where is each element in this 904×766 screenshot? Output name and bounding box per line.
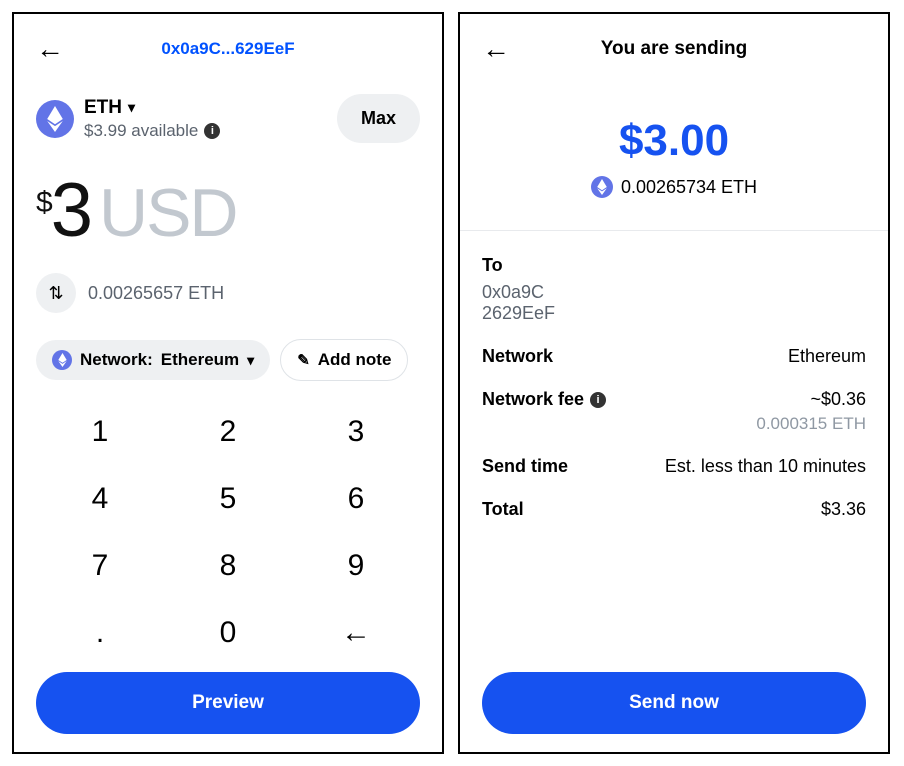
network-label: Network — [482, 346, 553, 367]
header: ← You are sending — [482, 32, 866, 66]
eth-icon — [591, 176, 613, 198]
keypad-4[interactable]: 4 — [36, 466, 164, 533]
asset-row: ETH ▾ $3.99 available i Max — [36, 94, 420, 143]
confirm-amount-eth: 0.00265734 ETH — [621, 177, 757, 198]
send-now-button[interactable]: Send now — [482, 672, 866, 734]
numeric-keypad: 1 2 3 4 5 6 7 8 9 . 0 ← — [36, 399, 420, 666]
send-time-label: Send time — [482, 456, 568, 477]
confirm-details: To 0x0a9C 2629EeF Network Ethereum Netwo… — [482, 255, 866, 520]
info-icon[interactable]: i — [204, 123, 220, 139]
total-label: Total — [482, 499, 524, 520]
to-label: To — [482, 255, 866, 276]
asset-text-block: ETH ▾ $3.99 available i — [84, 97, 220, 141]
fee-usd: ~$0.36 — [756, 389, 866, 410]
keypad-0[interactable]: 0 — [164, 599, 292, 666]
network-value: Ethereum — [161, 350, 239, 370]
info-icon[interactable]: i — [590, 392, 606, 408]
keypad-9[interactable]: 9 — [292, 533, 420, 600]
send-entry-screen: ← 0x0a9C...629EeF ETH ▾ $3.99 available … — [12, 12, 444, 754]
network-prefix: Network: — [80, 350, 153, 370]
eth-equivalent: 0.00265657 ETH — [88, 283, 224, 304]
network-value: Ethereum — [788, 346, 866, 367]
header: ← 0x0a9C...629EeF — [36, 32, 420, 66]
fee-label-text: Network fee — [482, 389, 584, 410]
detail-send-time: Send time Est. less than 10 minutes — [482, 456, 866, 477]
keypad-dot[interactable]: . — [36, 599, 164, 666]
keypad-7[interactable]: 7 — [36, 533, 164, 600]
asset-symbol: ETH — [84, 97, 122, 119]
back-button[interactable]: ← — [482, 35, 510, 63]
amount-value: 3 — [51, 173, 91, 249]
keypad-6[interactable]: 6 — [292, 466, 420, 533]
swap-icon: ⇅ — [48, 283, 63, 304]
chevron-down-icon: ▾ — [128, 99, 135, 116]
detail-network: Network Ethereum — [482, 346, 866, 367]
fee-label: Network fee i — [482, 389, 606, 410]
divider — [460, 230, 888, 231]
max-button[interactable]: Max — [337, 94, 420, 143]
add-note-chip[interactable]: ✎ Add note — [280, 339, 408, 381]
swap-row: ⇅ 0.00265657 ETH — [36, 273, 420, 313]
arrow-left-icon: ← — [482, 33, 510, 64]
keypad-backspace[interactable]: ← — [292, 599, 420, 666]
chips-row: Network: Ethereum ▾ ✎ Add note — [36, 339, 420, 381]
fee-values: ~$0.36 0.000315 ETH — [756, 389, 866, 434]
eth-icon — [36, 100, 74, 138]
confirm-amount-usd: $3.00 — [482, 116, 866, 166]
asset-available-text: $3.99 available — [84, 121, 198, 141]
preview-button[interactable]: Preview — [36, 672, 420, 734]
swap-currency-button[interactable]: ⇅ — [36, 273, 76, 313]
chevron-down-icon: ▾ — [247, 352, 254, 369]
detail-fee: Network fee i ~$0.36 0.000315 ETH — [482, 389, 866, 434]
asset-available: $3.99 available i — [84, 121, 220, 141]
keypad-5[interactable]: 5 — [164, 466, 292, 533]
amount-currency-label: USD — [99, 179, 237, 247]
to-address-line1: 0x0a9C — [482, 282, 866, 303]
eth-icon — [52, 350, 72, 370]
currency-symbol: $ — [36, 186, 51, 220]
back-button[interactable]: ← — [36, 35, 64, 63]
add-note-label: Add note — [318, 350, 392, 370]
page-title: You are sending — [601, 38, 747, 60]
to-address-line2: 2629EeF — [482, 303, 866, 324]
asset-selector[interactable]: ETH ▾ — [84, 97, 220, 119]
send-confirm-screen: ← You are sending $3.00 0.00265734 ETH T… — [458, 12, 890, 754]
detail-total: Total $3.36 — [482, 499, 866, 520]
confirm-amount-eth-row: 0.00265734 ETH — [482, 176, 866, 198]
fee-eth: 0.000315 ETH — [756, 414, 866, 434]
amount-display: $ 3 USD — [36, 173, 420, 249]
keypad-8[interactable]: 8 — [164, 533, 292, 600]
send-time-value: Est. less than 10 minutes — [665, 456, 866, 477]
keypad-3[interactable]: 3 — [292, 399, 420, 466]
recipient-address-link[interactable]: 0x0a9C...629EeF — [161, 39, 294, 59]
total-value: $3.36 — [821, 499, 866, 520]
arrow-left-icon: ← — [36, 33, 64, 64]
keypad-1[interactable]: 1 — [36, 399, 164, 466]
keypad-2[interactable]: 2 — [164, 399, 292, 466]
pencil-icon: ✎ — [297, 351, 310, 369]
network-chip[interactable]: Network: Ethereum ▾ — [36, 340, 270, 380]
detail-to: To 0x0a9C 2629EeF — [482, 255, 866, 324]
